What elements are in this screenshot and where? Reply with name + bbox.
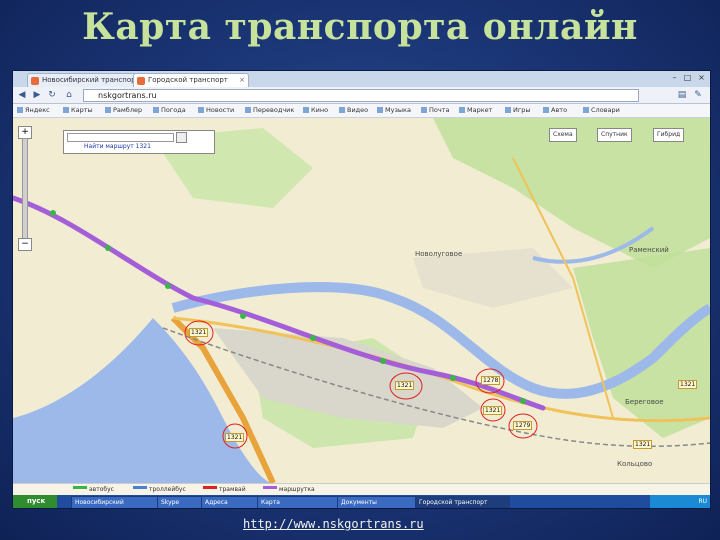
bookmark-item[interactable]: Маркет [459, 104, 492, 117]
bookmark-icon [421, 107, 427, 113]
browser-screenshot: Новосибирский транспорт × Городской тран… [12, 70, 711, 509]
bus-stop-marker[interactable] [105, 245, 111, 251]
favicon-icon [31, 77, 39, 85]
bus-marker[interactable]: 1321 [189, 328, 209, 337]
bus-marker[interactable]: 1321 [678, 380, 698, 389]
browser-tabstrip: Новосибирский транспорт × Городской тран… [13, 71, 710, 87]
bookmark-item[interactable]: Рамблер [105, 104, 142, 117]
legend-swatch [133, 486, 147, 489]
bookmark-item[interactable]: Яндекс [17, 104, 50, 117]
bookmark-icon [303, 107, 309, 113]
navigation-bar: ◀ ▶ ↻ ⌂ nskgortrans.ru ▤ ✎ [13, 87, 710, 104]
bookmark-icon [459, 107, 465, 113]
zoom-control: + − [17, 126, 32, 251]
legend-swatch [263, 486, 277, 489]
place-label: Кольцово [617, 460, 653, 468]
legend-swatch [73, 486, 87, 489]
bookmark-item[interactable]: Новости [198, 104, 234, 117]
bus-marker[interactable]: 1321 [395, 381, 415, 390]
bus-stop-marker[interactable] [50, 210, 56, 216]
bookmark-icon [583, 107, 589, 113]
slide-title: Карта транспорта онлайн [82, 6, 638, 48]
bookmark-item[interactable]: Игры [505, 104, 531, 117]
zoom-out-icon[interactable]: − [18, 238, 32, 251]
bookmark-icon [245, 107, 251, 113]
bus-marker[interactable]: 1321 [483, 406, 503, 415]
bookmark-item[interactable]: Почта [421, 104, 449, 117]
tab-city-transport[interactable]: Городской транспорт × [133, 73, 249, 87]
back-icon[interactable]: ◀ [16, 89, 28, 101]
route-search-panel: Найти маршрут 1321 [63, 130, 215, 154]
bookmark-item[interactable]: Погода [153, 104, 186, 117]
minimize-icon[interactable]: – [669, 72, 680, 83]
bus-stop-marker[interactable] [520, 398, 526, 404]
tab-transport[interactable]: Новосибирский транспорт × [27, 73, 143, 87]
bus-stop-marker[interactable] [450, 375, 456, 381]
bookmark-item[interactable]: Кино [303, 104, 328, 117]
bookmark-icon [63, 107, 69, 113]
source-link[interactable]: http://www.nskgortrans.ru [243, 517, 424, 531]
bookmark-icon [377, 107, 383, 113]
bookmark-icon [543, 107, 549, 113]
reload-icon[interactable]: ↻ [46, 89, 58, 101]
bus-marker[interactable]: 1278 [481, 376, 501, 385]
zoom-slider[interactable] [22, 138, 28, 240]
address-bar[interactable]: nskgortrans.ru [83, 89, 639, 102]
favicon-icon [137, 77, 145, 85]
os-taskbar: пуск Новосибирский Skype Адреса Карта До… [13, 495, 710, 508]
bookmark-item[interactable]: Словари [583, 104, 620, 117]
bookmark-icon [198, 107, 204, 113]
map-type-scheme-button[interactable]: Схема [549, 128, 577, 142]
search-button[interactable] [176, 132, 187, 143]
wrench-icon[interactable]: ✎ [692, 89, 704, 101]
taskbar-item[interactable]: Городской транспорт [415, 496, 510, 508]
place-label: Раменский [629, 246, 669, 254]
bookmark-icon [17, 107, 23, 113]
bus-marker[interactable]: 1321 [225, 433, 245, 442]
bookmark-icon [105, 107, 111, 113]
map-type-hybrid-button[interactable]: Гибрид [653, 128, 685, 142]
taskbar-item[interactable]: Карта [257, 496, 338, 508]
close-window-icon[interactable]: × [696, 72, 707, 83]
home-icon[interactable]: ⌂ [63, 89, 75, 101]
bus-stop-marker[interactable] [240, 313, 246, 319]
bookmark-icon [339, 107, 345, 113]
bus-stop-marker[interactable] [165, 283, 171, 289]
bookmark-item[interactable]: Музыка [377, 104, 411, 117]
bus-stop-marker[interactable] [310, 335, 316, 341]
maximize-icon[interactable]: □ [682, 72, 693, 83]
transport-map[interactable]: + − Найти маршрут 1321 Схема Спутник Гиб… [13, 118, 710, 483]
close-tab-icon[interactable]: × [239, 74, 245, 87]
forward-icon[interactable]: ▶ [31, 89, 43, 101]
bus-marker[interactable]: 1279 [513, 421, 533, 430]
place-label: Новолуговое [415, 250, 463, 258]
place-label: Береговое [625, 398, 664, 406]
taskbar-item[interactable]: Документы [337, 496, 416, 508]
map-type-satellite-button[interactable]: Спутник [597, 128, 632, 142]
system-tray: RU [650, 495, 710, 508]
bookmark-icon [505, 107, 511, 113]
bookmarks-bar: Яндекс Карты Рамблер Погода Новости Пере… [13, 104, 710, 118]
taskbar-item[interactable]: Skype [157, 496, 202, 508]
forest-area [573, 248, 710, 438]
taskbar-item[interactable]: Новосибирский [71, 496, 158, 508]
bookmark-item[interactable]: Карты [63, 104, 93, 117]
bus-marker[interactable]: 1321 [633, 440, 653, 449]
bookmark-item[interactable]: Авто [543, 104, 567, 117]
bus-stop-marker[interactable] [380, 358, 386, 364]
search-hint: Найти маршрут 1321 [84, 143, 151, 150]
bookmark-item[interactable]: Переводчик [245, 104, 294, 117]
bookmark-icon [153, 107, 159, 113]
map-canvas [13, 118, 710, 483]
taskbar-item[interactable]: Адреса [201, 496, 258, 508]
page-menu-icon[interactable]: ▤ [676, 89, 688, 101]
route-search-input[interactable] [67, 133, 174, 142]
start-button[interactable]: пуск [13, 495, 57, 508]
legend-swatch [203, 486, 217, 489]
bookmark-item[interactable]: Видео [339, 104, 368, 117]
